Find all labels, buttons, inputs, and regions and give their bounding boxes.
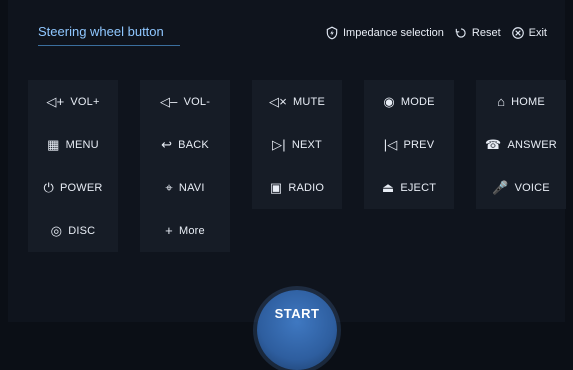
back-button[interactable]: ↩ BACK (140, 123, 230, 166)
impedance-selection-label: Impedance selection (343, 27, 444, 39)
tab-label: Steering wheel button (38, 24, 164, 39)
exit-label: Exit (528, 27, 547, 39)
prev-icon: |◁ (383, 137, 398, 152)
close-circle-icon (511, 27, 524, 39)
home-button[interactable]: ⌂ HOME (476, 80, 566, 123)
plus-icon: + (165, 223, 173, 238)
button-label: PREV (403, 138, 435, 151)
location-pin-icon: ⌖ (165, 180, 173, 195)
volume-down-icon: ◁– (159, 94, 178, 109)
voice-button[interactable]: 🎤 VOICE (476, 166, 566, 209)
power-icon: ⏻ (43, 180, 54, 195)
disc-icon: ◎ (50, 223, 63, 238)
start-button[interactable]: START (257, 290, 337, 370)
active-tab-underline (38, 45, 180, 46)
menu-grid-icon: ▦ (47, 137, 60, 152)
button-label: VOICE (514, 181, 550, 194)
shield-icon (326, 26, 338, 40)
button-label: VOL- (183, 95, 211, 108)
button-label: POWER (59, 181, 103, 194)
home-icon: ⌂ (497, 94, 506, 109)
navi-button[interactable]: ⌖ NAVI (140, 166, 230, 209)
radio-button[interactable]: ▣ RADIO (252, 166, 342, 209)
menu-button[interactable]: ▦ MENU (28, 123, 118, 166)
button-label: BACK (178, 138, 209, 151)
eject-icon: ⏏ (381, 180, 395, 195)
power-button[interactable]: ⏻ POWER (28, 166, 118, 209)
radio-icon: ▣ (269, 180, 283, 195)
button-label: ANSWER (507, 138, 557, 151)
answer-button[interactable]: ☎ ANSWER (476, 123, 566, 166)
button-label: More (178, 224, 205, 237)
prev-button[interactable]: |◁ PREV (364, 123, 454, 166)
button-label: NEXT (291, 138, 322, 151)
button-label: MUTE (293, 95, 325, 108)
mute-icon: ◁× (269, 94, 288, 109)
next-button[interactable]: ▷| NEXT (252, 123, 342, 166)
top-actions: Impedance selection Reset Exit (325, 26, 547, 40)
button-label: HOME (511, 95, 545, 108)
button-label: EJECT (400, 181, 437, 194)
start-label: START (274, 306, 320, 321)
button-label: VOL+ (70, 95, 100, 108)
mute-button[interactable]: ◁× MUTE (252, 80, 342, 123)
button-label: MODE (400, 95, 435, 108)
button-label: DISC (68, 224, 96, 237)
disc-button[interactable]: ◎ DISC (28, 209, 118, 252)
button-label: MENU (65, 138, 99, 151)
more-button[interactable]: + More (140, 209, 230, 252)
mode-icon: ◉ (383, 94, 395, 109)
screen: Steering wheel button Impedance selectio… (8, 0, 566, 370)
reset-icon (455, 28, 466, 38)
impedance-selection-button[interactable]: Impedance selection (325, 26, 444, 40)
tab-steering-wheel-button[interactable]: Steering wheel button (38, 24, 164, 39)
microphone-icon: 🎤 (492, 180, 509, 195)
mode-button[interactable]: ◉ MODE (364, 80, 454, 123)
reset-button[interactable]: Reset (454, 26, 501, 40)
next-icon: ▷| (272, 137, 286, 152)
vol-plus-button[interactable]: ◁+ VOL+ (28, 80, 118, 123)
exit-button[interactable]: Exit (511, 26, 547, 40)
button-label: RADIO (288, 181, 325, 194)
reset-label: Reset (471, 27, 501, 39)
button-label: NAVI (178, 181, 205, 194)
vol-minus-button[interactable]: ◁– VOL- (140, 80, 230, 123)
back-arrow-icon: ↩ (161, 137, 173, 152)
phone-icon: ☎ (485, 137, 502, 152)
eject-button[interactable]: ⏏ EJECT (364, 166, 454, 209)
steering-button-grid: ◁+ VOL+ ◁– VOL- ◁× MUTE ◉ MODE ⌂ HOME ▦ … (28, 80, 566, 252)
volume-up-icon: ◁+ (46, 94, 65, 109)
